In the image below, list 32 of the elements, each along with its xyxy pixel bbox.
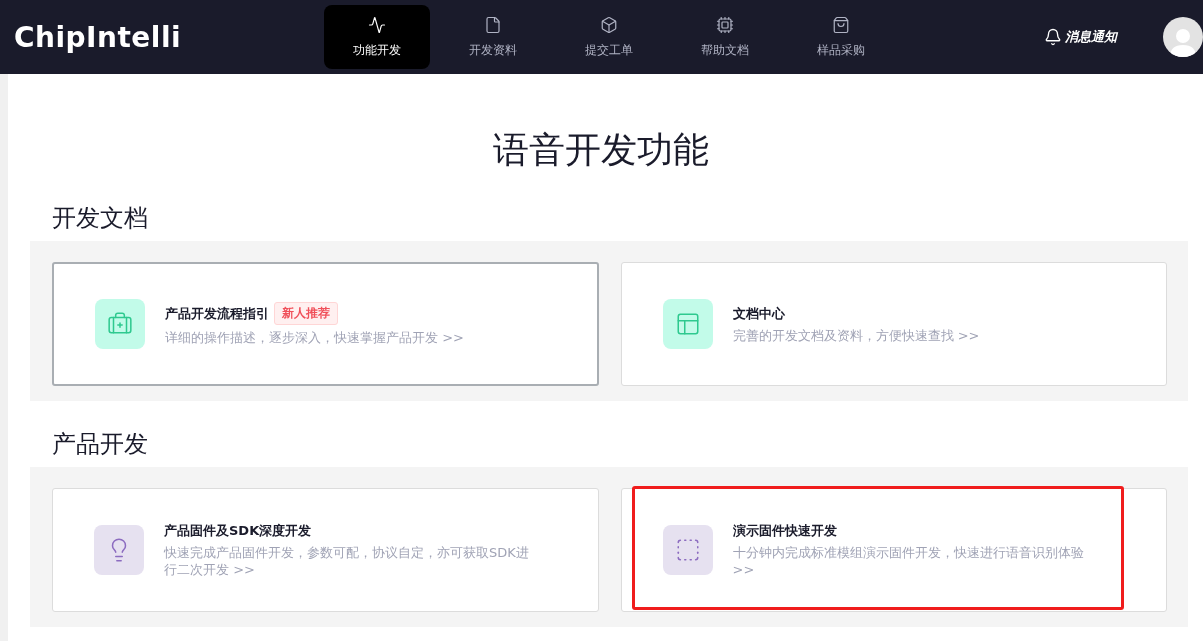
logo[interactable]: ChipIntelli	[14, 20, 324, 54]
card-description: 完善的开发文档及资料，方便快速查找 >>	[732, 326, 980, 344]
card-title: 文档中心	[732, 304, 785, 323]
card-description: 详细的操作描述，逐步深入，快速掌握产品开发 >>	[165, 329, 464, 346]
nav-tab[interactable]: 样品采购	[788, 5, 894, 69]
nav-tab[interactable]: 功能开发	[324, 5, 430, 69]
feature-card[interactable]: 演示固件快速开发 十分钟内完成标准模组演示固件开发，快速进行语音识别体验 >>	[620, 488, 1167, 612]
section-heading: 开发文档	[52, 203, 149, 233]
avatar[interactable]	[1163, 17, 1203, 57]
badge: 新人推荐	[274, 302, 338, 325]
page-title: 语音开发功能	[491, 128, 710, 172]
file-icon	[484, 15, 502, 34]
section-heading: 产品开发	[52, 429, 149, 459]
nav-tab[interactable]: 开发资料	[440, 5, 546, 69]
card-description: 快速完成产品固件开发，参数可配，协议自定，亦可获取SDK进行二次开发 >>	[164, 544, 530, 578]
feature-card[interactable]: 产品开发流程指引 新人推荐 详细的操作描述，逐步深入，快速掌握产品开发 >>	[52, 262, 599, 386]
card-title: 产品固件及SDK深度开发	[164, 522, 312, 540]
bag-icon	[832, 15, 850, 34]
nav-tab[interactable]: 帮助文档	[672, 5, 778, 69]
card-title: 演示固件快速开发	[732, 522, 837, 540]
frame-icon	[674, 537, 701, 563]
pulse-icon	[368, 15, 386, 34]
layout-icon	[674, 311, 701, 337]
feature-card[interactable]: 产品固件及SDK深度开发 快速完成产品固件开发，参数可配，协议自定，亦可获取SDK进行二次开发 >>	[52, 488, 599, 612]
card-title: 产品开发流程指引	[165, 304, 269, 323]
notification-link[interactable]: 消息通知	[1044, 28, 1117, 46]
chip-icon	[716, 15, 734, 34]
feature-card[interactable]: 文档中心 完善的开发文档及资料，方便快速查找 >>	[620, 262, 1167, 386]
bell-icon	[1044, 28, 1062, 46]
nav-tab[interactable]: 提交工单	[556, 5, 662, 69]
cube-icon	[600, 15, 618, 34]
card-description: 十分钟内完成标准模组演示固件开发，快速进行语音识别体验 >>	[732, 544, 1085, 578]
